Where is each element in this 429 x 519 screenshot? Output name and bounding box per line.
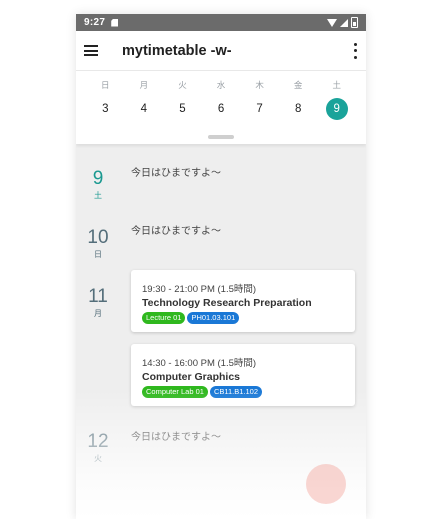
week-day-thu[interactable]: 木 7 (240, 79, 279, 120)
day-weekday: 日 (94, 250, 102, 259)
phone-screen: 9:27 mytimetable -w- 日 3 月 4 火 5 水 6 木 7… (76, 14, 366, 519)
event-title: Technology Research Preparation (142, 297, 312, 309)
free-day-message: 今日はひまですよ～ (131, 432, 221, 443)
weekday-label: 木 (255, 80, 264, 90)
room-tag: CB11.B1.102 (209, 386, 263, 398)
hamburger-menu-icon[interactable] (84, 45, 98, 56)
weekday-label: 金 (293, 80, 303, 90)
day-number: 9 (92, 168, 104, 189)
day-label-10: 10 日 (80, 228, 116, 260)
event-title: Computer Graphics (142, 371, 241, 383)
add-fab-button[interactable] (306, 464, 346, 504)
app-title: mytimetable -w- (122, 42, 232, 59)
timeline: 9 土 今日はひまですよ～ 10 日 今日はひまですよ～ 11 月 19:30 … (76, 144, 366, 519)
weekday-label: 水 (216, 80, 226, 90)
day-label-9: 9 土 (80, 169, 116, 201)
drag-handle[interactable] (208, 135, 234, 139)
weekday-label: 月 (139, 80, 149, 90)
day-weekday: 月 (94, 309, 102, 318)
day-number: 10 (87, 227, 109, 248)
signal-icon (340, 18, 348, 27)
week-selector: 日 3 月 4 火 5 水 6 木 7 金 8 土 9 (76, 71, 366, 144)
day-weekday: 土 (94, 191, 102, 200)
event-tags: Lecture 01 PH01.03.101 (142, 312, 344, 324)
date-number: 7 (256, 103, 263, 115)
week-day-fri[interactable]: 金 8 (279, 79, 318, 120)
more-options-icon[interactable] (352, 42, 358, 59)
free-day-message: 今日はひまですよ～ (131, 226, 221, 237)
week-day-tue[interactable]: 火 5 (163, 79, 202, 120)
battery-icon (351, 17, 358, 28)
type-tag: Lecture 01 (142, 312, 186, 324)
event-card[interactable]: 19:30 - 21:00 PM (1.5時間) Technology Rese… (131, 270, 355, 332)
room-tag: PH01.03.101 (187, 312, 240, 324)
day-number: 11 (88, 286, 108, 307)
week-day-mon[interactable]: 月 4 (125, 79, 164, 120)
day-label-12: 12 火 (80, 432, 116, 464)
app-bar: mytimetable -w- (76, 31, 366, 71)
date-number: 5 (179, 103, 186, 115)
event-time: 19:30 - 21:00 PM (1.5時間) (142, 284, 257, 295)
week-day-sun[interactable]: 日 3 (86, 79, 125, 120)
day-number: 12 (87, 431, 109, 452)
date-number-selected: 9 (325, 98, 348, 120)
status-bar: 9:27 (76, 14, 366, 31)
weekday-label: 土 (332, 80, 342, 90)
weekday-label: 日 (101, 80, 110, 90)
date-number: 8 (294, 103, 302, 115)
date-number: 4 (140, 103, 148, 115)
event-card[interactable]: 14:30 - 16:00 PM (1.5時間) Computer Graphi… (131, 344, 355, 406)
weekday-label: 火 (178, 80, 187, 90)
sd-card-icon (111, 18, 119, 27)
wifi-icon (327, 18, 337, 27)
day-weekday: 火 (94, 454, 102, 463)
free-day-message: 今日はひまですよ～ (131, 168, 221, 179)
day-label-11: 11 月 (80, 287, 116, 319)
status-icons (327, 17, 358, 28)
type-tag: Computer Lab 01 (142, 386, 208, 398)
week-day-sat[interactable]: 土 9 (317, 79, 356, 120)
event-tags: Computer Lab 01 CB11.B1.102 (142, 386, 344, 398)
status-time: 9:27 (84, 17, 106, 28)
date-number: 6 (217, 103, 225, 115)
date-number: 3 (102, 103, 109, 115)
event-time: 14:30 - 16:00 PM (1.5時間) (142, 358, 257, 369)
week-day-wed[interactable]: 水 6 (202, 79, 241, 120)
